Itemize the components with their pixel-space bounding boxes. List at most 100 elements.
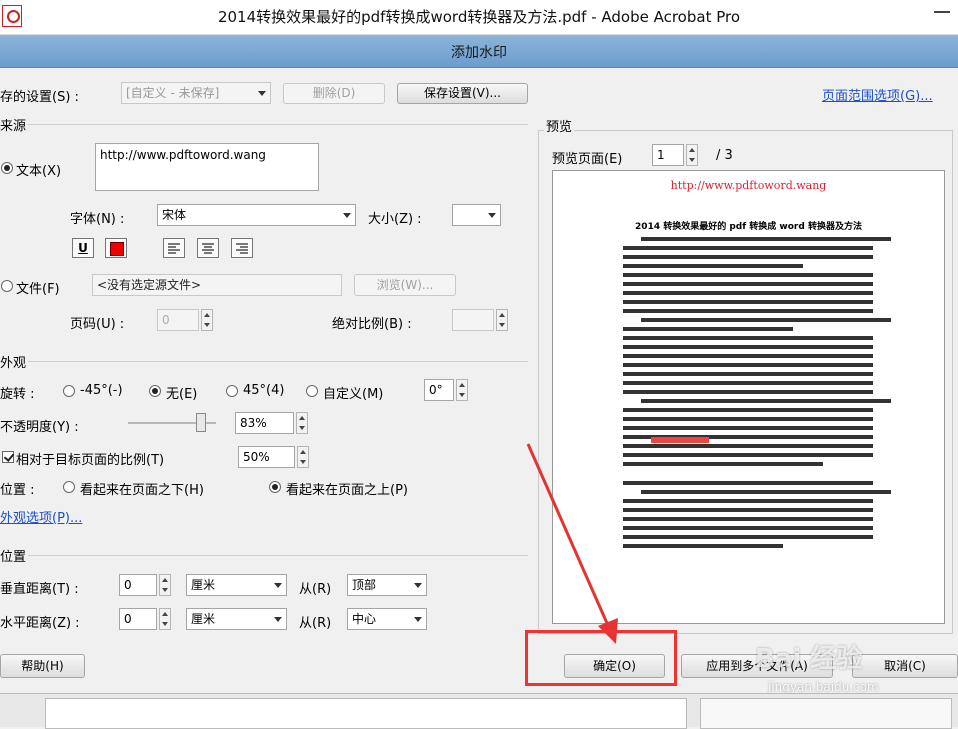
annotation-arrow bbox=[526, 443, 618, 644]
source-section-label: 来源 bbox=[0, 119, 27, 134]
horizontal-from-dropdown[interactable]: 中心 bbox=[347, 608, 427, 630]
dialog-titlebar: 添加水印 bbox=[0, 35, 958, 68]
opacity-stepper[interactable] bbox=[296, 412, 308, 434]
dialog-title: 添加水印 bbox=[451, 45, 507, 61]
opacity-label: 不透明度(Y) : bbox=[0, 420, 79, 435]
vertical-from-value: 顶部 bbox=[352, 578, 377, 592]
horizontal-unit-dropdown[interactable]: 厘米 bbox=[186, 608, 287, 630]
chevron-down-icon bbox=[254, 83, 270, 103]
align-right-button[interactable] bbox=[231, 238, 253, 258]
relative-scale-checkbox[interactable] bbox=[2, 451, 14, 463]
chevron-down-icon bbox=[410, 609, 426, 629]
vertical-unit-dropdown[interactable]: 厘米 bbox=[186, 574, 287, 596]
cancel-button[interactable]: 取消(C) bbox=[852, 654, 958, 678]
watermark-text-input[interactable]: http://www.pdftoword.wang bbox=[95, 143, 319, 191]
relative-scale-label: 相对于目标页面的比例(T) bbox=[16, 453, 165, 468]
text-color-button[interactable] bbox=[105, 238, 127, 258]
absolute-scale-stepper[interactable] bbox=[496, 309, 508, 331]
horizontal-distance-input[interactable]: 0 bbox=[119, 608, 157, 630]
rotation-none-label: 无(E) bbox=[166, 387, 198, 402]
page-number-stepper[interactable] bbox=[201, 309, 213, 331]
preview-highlight-mark bbox=[651, 437, 709, 443]
rotation-custom-input[interactable]: 0° bbox=[424, 379, 454, 401]
rotation-neg45-radio[interactable] bbox=[63, 385, 75, 397]
horizontal-distance-label: 水平距离(Z) : bbox=[0, 616, 80, 631]
source-file-field[interactable]: <没有选定源文件> bbox=[92, 274, 342, 296]
align-left-button[interactable] bbox=[163, 238, 185, 258]
opacity-input[interactable]: 83% bbox=[235, 412, 294, 434]
horizontal-unit-value: 厘米 bbox=[191, 612, 216, 626]
preview-text-line bbox=[623, 499, 873, 503]
chevron-down-icon bbox=[410, 575, 426, 595]
text-source-label: 文本(X) bbox=[16, 164, 62, 179]
preview-page-stepper[interactable] bbox=[686, 144, 698, 166]
preview-page-input[interactable]: 1 bbox=[652, 144, 684, 166]
page-range-options-link[interactable]: 页面范围选项(G)... bbox=[822, 85, 933, 104]
appearance-section-label: 外观 bbox=[0, 356, 27, 371]
preview-text-line bbox=[623, 517, 873, 521]
preview-text-line bbox=[623, 462, 823, 466]
rotation-45-radio[interactable] bbox=[226, 385, 238, 397]
vertical-distance-stepper[interactable] bbox=[159, 574, 171, 596]
rotation-custom-stepper[interactable] bbox=[456, 379, 468, 401]
rotation-none-radio[interactable] bbox=[149, 385, 161, 397]
size-dropdown[interactable] bbox=[452, 204, 501, 226]
preview-text-line bbox=[623, 372, 873, 376]
background-panel bbox=[700, 698, 952, 729]
background-page bbox=[45, 698, 687, 729]
vertical-distance-label: 垂直距离(T) : bbox=[0, 582, 79, 597]
preview-page-label: 预览页面(E) bbox=[552, 152, 623, 167]
delete-button[interactable]: 删除(D) bbox=[283, 83, 385, 104]
align-center-button[interactable] bbox=[197, 238, 219, 258]
page-number-label: 页码(U) : bbox=[70, 317, 125, 332]
preview-text-line bbox=[623, 453, 873, 457]
vertical-from-label: 从(R) bbox=[299, 582, 332, 597]
relative-scale-stepper[interactable] bbox=[297, 446, 309, 468]
preview-text-line bbox=[623, 363, 873, 367]
text-source-radio[interactable] bbox=[1, 162, 13, 174]
preview-text-line bbox=[623, 264, 803, 268]
vertical-distance-input[interactable]: 0 bbox=[119, 574, 157, 596]
saved-settings-dropdown[interactable]: [自定义 - 未保存] bbox=[121, 82, 271, 104]
horizontal-distance-stepper[interactable] bbox=[159, 608, 171, 630]
location-label: 位置 : bbox=[0, 483, 35, 498]
align-center-icon bbox=[202, 243, 214, 254]
browse-button[interactable]: 浏览(W)... bbox=[354, 274, 456, 296]
preview-text-line bbox=[623, 444, 873, 448]
watermark-logo: Bai 经验 bbox=[755, 644, 863, 674]
preview-document-title: 2014 转换效果最好的 pdf 转换成 word 转换器及方法 bbox=[635, 222, 862, 232]
rotation-custom-radio[interactable] bbox=[306, 385, 318, 397]
behind-page-radio[interactable] bbox=[63, 481, 75, 493]
preview-text-line bbox=[623, 255, 873, 259]
size-label: 大小(Z) : bbox=[368, 212, 422, 227]
window-titlebar: 2014转换效果最好的pdf转换成word转换器及方法.pdf - Adobe … bbox=[0, 0, 958, 35]
help-button[interactable]: 帮助(H) bbox=[0, 654, 85, 678]
opacity-slider-thumb[interactable] bbox=[196, 413, 207, 432]
file-source-radio[interactable] bbox=[1, 280, 13, 292]
absolute-scale-label: 绝对比例(B) : bbox=[332, 317, 412, 332]
preview-page-total: / 3 bbox=[716, 148, 733, 163]
appearance-divider bbox=[28, 361, 528, 362]
minimize-button[interactable] bbox=[928, 0, 958, 24]
appearance-options-link[interactable]: 外观选项(P)... bbox=[0, 507, 82, 526]
preview-text-line bbox=[623, 246, 873, 250]
vertical-from-dropdown[interactable]: 顶部 bbox=[347, 574, 427, 596]
page-number-input[interactable]: 0 bbox=[157, 309, 199, 331]
preview-text-line bbox=[623, 526, 873, 530]
save-settings-button[interactable]: 保存设置(V)... bbox=[397, 83, 528, 104]
on-top-label: 看起来在页面之上(P) bbox=[286, 483, 408, 498]
on-top-radio[interactable] bbox=[269, 481, 281, 493]
rotation-45-label: 45°(4) bbox=[243, 383, 285, 398]
position-divider bbox=[28, 555, 528, 556]
window-title: 2014转换效果最好的pdf转换成word转换器及方法.pdf - Adobe … bbox=[217, 8, 741, 26]
underline-button[interactable]: U bbox=[72, 238, 94, 258]
chevron-down-icon bbox=[339, 205, 355, 225]
font-value: 宋体 bbox=[162, 208, 187, 222]
preview-text-line bbox=[623, 535, 873, 539]
preview-text-line bbox=[623, 508, 873, 512]
preview-text-line bbox=[641, 237, 891, 241]
absolute-scale-input[interactable] bbox=[452, 309, 494, 331]
relative-scale-input[interactable]: 50% bbox=[238, 446, 295, 468]
font-dropdown[interactable]: 宋体 bbox=[157, 204, 356, 226]
align-left-icon bbox=[168, 243, 180, 254]
